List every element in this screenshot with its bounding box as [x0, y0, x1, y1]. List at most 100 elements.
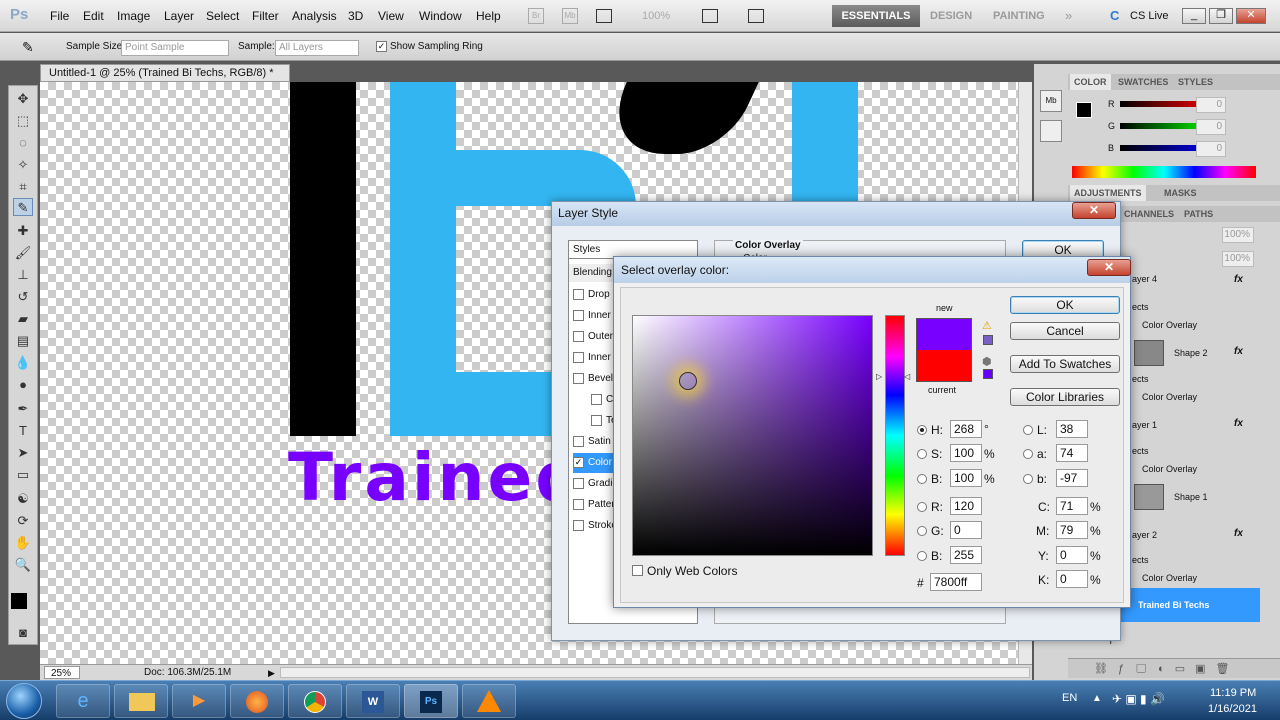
- start-button[interactable]: [6, 683, 42, 719]
- dodge-tool-icon[interactable]: ●: [13, 376, 33, 394]
- foreground-color-swatch[interactable]: [11, 593, 27, 609]
- l-field[interactable]: 38: [1056, 420, 1088, 438]
- screen-mode-icon[interactable]: [748, 9, 764, 23]
- layer-shape-1[interactable]: Shape 1: [1174, 492, 1208, 502]
- s-field[interactable]: 100: [950, 444, 982, 462]
- y-field[interactable]: 0: [1056, 546, 1088, 564]
- blue-field[interactable]: 255: [950, 546, 982, 564]
- type-tool-icon[interactable]: T: [13, 422, 33, 440]
- hue-slider-left-arrow[interactable]: ▷: [876, 372, 882, 381]
- crop-tool-icon[interactable]: ⌗: [13, 178, 33, 196]
- add-to-swatches-button[interactable]: Add To Swatches: [1010, 355, 1120, 373]
- chrome-taskbar-icon[interactable]: [288, 684, 342, 718]
- fill-value[interactable]: 100%: [1222, 251, 1254, 267]
- menu-3d[interactable]: 3D: [348, 9, 363, 23]
- style-item-checkbox[interactable]: [573, 309, 584, 321]
- layer-shape-2[interactable]: Shape 2: [1174, 348, 1208, 358]
- shape-tool-icon[interactable]: ▭: [13, 466, 33, 484]
- extras-icon[interactable]: [596, 9, 612, 23]
- web-safe-color-swatch[interactable]: [983, 369, 993, 379]
- 3d-rotate-icon[interactable]: ☯: [13, 490, 33, 508]
- current-color-swatch[interactable]: [916, 350, 972, 382]
- gradient-tool-icon[interactable]: ▤: [13, 332, 33, 350]
- layer-4[interactable]: ayer 4: [1132, 274, 1157, 284]
- quick-select-icon[interactable]: ✧: [13, 156, 33, 174]
- layer-1-color-overlay[interactable]: Color Overlay: [1142, 464, 1197, 474]
- b-radio[interactable]: [917, 474, 927, 484]
- marquee-tool-icon[interactable]: ⬚: [13, 112, 33, 130]
- style-item-checkbox[interactable]: [573, 288, 584, 300]
- h-field[interactable]: 268: [950, 420, 982, 438]
- workspace-painting[interactable]: PAINTING: [993, 10, 1045, 22]
- clock-date[interactable]: 1/16/2021: [1208, 703, 1257, 715]
- tab-adjustments[interactable]: ADJUSTMENTS: [1070, 185, 1146, 201]
- menu-help[interactable]: Help: [476, 9, 501, 23]
- status-zoom[interactable]: 25%: [44, 666, 80, 679]
- mini-bridge-panel-icon[interactable]: Mb: [1040, 90, 1062, 112]
- style-item-checkbox[interactable]: [573, 351, 584, 363]
- document-tab[interactable]: Untitled-1 @ 25% (Trained Bi Techs, RGB/…: [40, 64, 290, 96]
- hue-slider-right-arrow[interactable]: ◁: [904, 372, 910, 381]
- s-radio[interactable]: [917, 449, 927, 459]
- layer-style-close-button[interactable]: ✕: [1072, 202, 1116, 219]
- panel-foreground-swatch[interactable]: [1076, 102, 1092, 118]
- picker-ok-button[interactable]: OK: [1010, 296, 1120, 314]
- clone-stamp-icon[interactable]: ⊥: [13, 266, 33, 284]
- style-item-checkbox[interactable]: [591, 414, 602, 426]
- r-radio[interactable]: [917, 502, 927, 512]
- picker-cancel-button[interactable]: Cancel: [1010, 322, 1120, 340]
- lab-b-radio[interactable]: [1023, 474, 1033, 484]
- more-workspaces-icon[interactable]: »: [1065, 8, 1072, 23]
- channel-g-value[interactable]: 0: [1196, 119, 1226, 135]
- g-radio[interactable]: [917, 526, 927, 536]
- tab-styles[interactable]: STYLES: [1174, 74, 1217, 90]
- menu-view[interactable]: View: [378, 9, 404, 23]
- hex-field[interactable]: 7800ff: [930, 573, 982, 591]
- layer-2[interactable]: ayer 2: [1132, 530, 1157, 540]
- layers-toolbar[interactable]: ⛓ƒ◻◐▭▣🗑: [1068, 658, 1280, 678]
- layer-2-fx-icon[interactable]: fx: [1234, 528, 1243, 539]
- layer-4-fx-icon[interactable]: fx: [1234, 274, 1243, 285]
- cs-live-label[interactable]: CS Live: [1130, 10, 1169, 22]
- style-item-checkbox[interactable]: [573, 372, 584, 384]
- g-field[interactable]: 0: [950, 521, 982, 539]
- gamut-color-swatch[interactable]: [983, 335, 993, 345]
- close-button[interactable]: ✕: [1236, 8, 1266, 24]
- tray-icons[interactable]: ✈ ▣ ▮ 🔊: [1112, 692, 1165, 706]
- a-field[interactable]: 74: [1056, 444, 1088, 462]
- blur-tool-icon[interactable]: 💧: [13, 354, 33, 372]
- 3d-orbit-icon[interactable]: ⟳: [13, 512, 33, 530]
- style-item-checkbox[interactable]: ✓: [573, 456, 584, 468]
- color-ramp[interactable]: [1072, 166, 1256, 178]
- mini-bridge-icon[interactable]: Mb: [562, 8, 578, 24]
- style-item-checkbox[interactable]: [573, 519, 584, 531]
- horizontal-scrollbar[interactable]: [280, 667, 1030, 678]
- k-field[interactable]: 0: [1056, 570, 1088, 588]
- layer-1-fx-icon[interactable]: fx: [1234, 418, 1243, 429]
- move-tool-icon[interactable]: ✥: [13, 90, 33, 108]
- zoom-level[interactable]: 100%: [642, 10, 670, 22]
- quick-mask-icon[interactable]: ◙: [13, 624, 33, 642]
- blue-radio[interactable]: [917, 551, 927, 561]
- color-libraries-button[interactable]: Color Libraries: [1010, 388, 1120, 406]
- hue-slider[interactable]: [885, 315, 905, 556]
- a-radio[interactable]: [1023, 449, 1033, 459]
- lasso-tool-icon[interactable]: ◌: [13, 134, 33, 152]
- minimize-button[interactable]: _: [1182, 8, 1206, 24]
- tab-masks[interactable]: MASKS: [1160, 185, 1201, 201]
- layer-4-color-overlay[interactable]: Color Overlay: [1142, 320, 1197, 330]
- layer-1[interactable]: ayer 1: [1132, 420, 1157, 430]
- menu-window[interactable]: Window: [419, 9, 462, 23]
- workspace-essentials[interactable]: ESSENTIALS: [832, 5, 920, 27]
- r-field[interactable]: 120: [950, 497, 982, 515]
- clock-time[interactable]: 11:19 PM: [1210, 687, 1256, 699]
- ie-taskbar-icon[interactable]: e: [56, 684, 110, 718]
- menu-select[interactable]: Select: [206, 9, 239, 23]
- style-item-checkbox[interactable]: [591, 393, 602, 405]
- opacity-value[interactable]: 100%: [1222, 227, 1254, 243]
- menu-filter[interactable]: Filter: [252, 9, 279, 23]
- photoshop-taskbar-icon[interactable]: Ps: [404, 684, 458, 718]
- shape-2-color-overlay[interactable]: Color Overlay: [1142, 392, 1197, 402]
- m-field[interactable]: 79: [1056, 521, 1088, 539]
- sample-size-select[interactable]: Point Sample: [121, 40, 229, 56]
